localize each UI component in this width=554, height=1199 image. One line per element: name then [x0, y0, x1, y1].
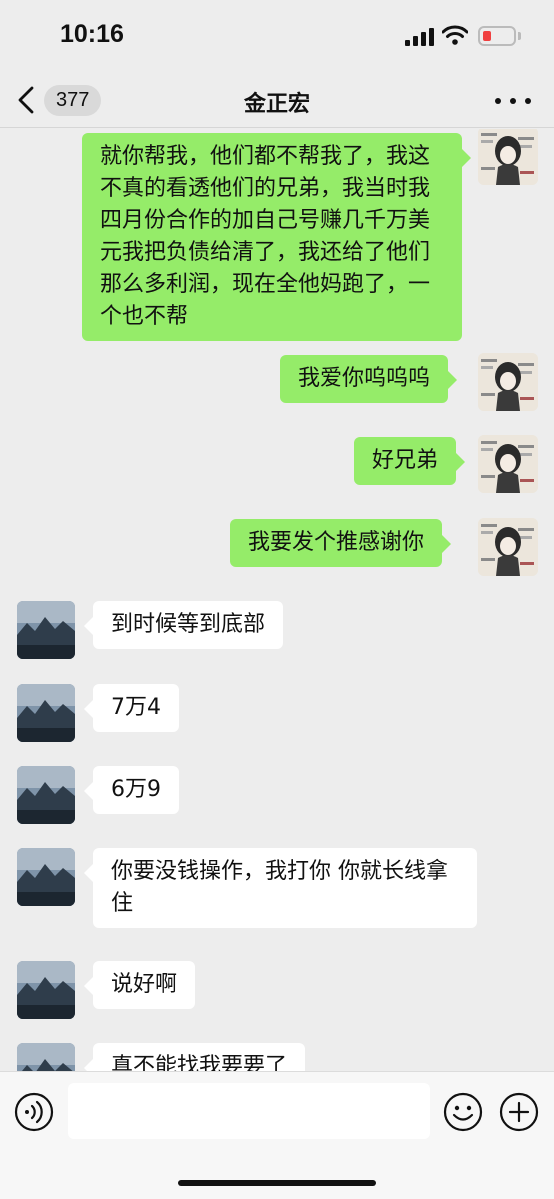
plus-icon	[499, 1092, 539, 1132]
chat-header: 377 金正宏	[0, 72, 554, 128]
message-bubble[interactable]: 说好啊	[83, 961, 196, 1009]
avatar[interactable]	[478, 129, 538, 185]
avatar[interactable]	[17, 766, 75, 824]
avatar[interactable]	[17, 961, 75, 1019]
input-bar	[0, 1071, 554, 1199]
message-bubble[interactable]: 你要没钱操作，我打你 你就长线拿住	[84, 848, 477, 928]
battery-tip	[518, 32, 521, 40]
wifi-icon	[442, 25, 468, 45]
message-input[interactable]	[68, 1083, 430, 1139]
emoji-icon	[443, 1092, 483, 1132]
avatar[interactable]	[478, 518, 538, 576]
emoji-button[interactable]	[443, 1092, 483, 1132]
more-functions-button[interactable]	[499, 1092, 539, 1132]
message-bubble[interactable]: 7万4	[84, 684, 179, 732]
back-button[interactable]: 377	[14, 82, 104, 118]
status-bar: 10:16	[0, 0, 554, 72]
more-options-button[interactable]	[495, 90, 531, 112]
avatar[interactable]	[478, 435, 538, 493]
unread-count-badge: 377	[44, 84, 102, 116]
status-time: 10:16	[60, 20, 124, 48]
voice-input-button[interactable]	[14, 1092, 54, 1132]
signal-icon	[405, 28, 434, 46]
battery-icon	[478, 26, 516, 46]
message-bubble[interactable]: 到时候等到底部	[83, 601, 284, 649]
home-indicator	[178, 1180, 376, 1186]
more-dots-icon	[495, 98, 501, 104]
message-bubble[interactable]: 我爱你呜呜呜	[280, 355, 458, 403]
message-bubble[interactable]: 6万9	[84, 766, 179, 814]
message-bubble[interactable]: 好兄弟	[354, 437, 466, 485]
message-bubble[interactable]: 真不能找我要要了	[83, 1043, 306, 1071]
avatar[interactable]	[478, 353, 538, 411]
message-bubble[interactable]: 我要发个推感谢你	[230, 519, 452, 567]
avatar[interactable]	[17, 848, 75, 906]
chevron-left-icon	[18, 86, 34, 114]
avatar[interactable]	[17, 601, 75, 659]
avatar[interactable]	[17, 684, 75, 742]
message-bubble[interactable]: 就你帮我，他们都不帮我了，我这不真的看透他们的兄弟，我当时我四月份合作的加自己号…	[82, 133, 471, 341]
voice-icon	[14, 1092, 54, 1132]
avatar[interactable]	[17, 1043, 75, 1071]
message-list[interactable]: 就你帮我，他们都不帮我了，我这不真的看透他们的兄弟，我当时我四月份合作的加自己号…	[0, 129, 554, 1071]
